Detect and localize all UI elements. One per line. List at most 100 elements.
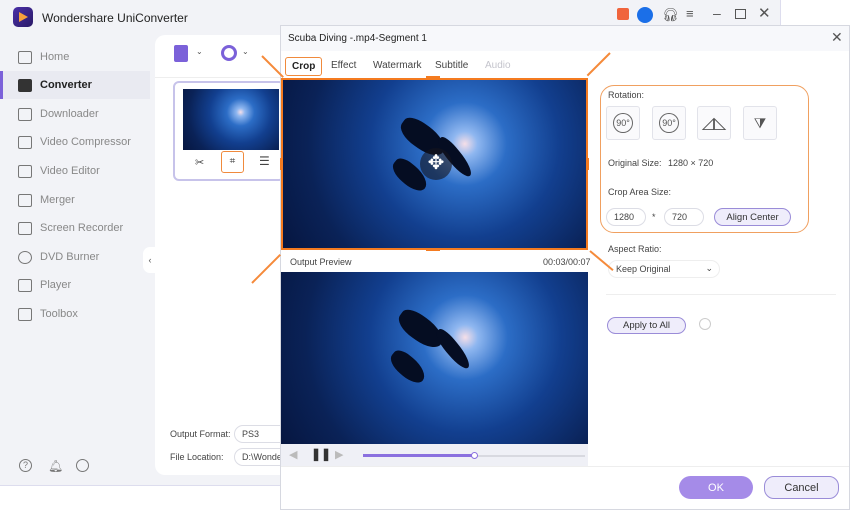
converter-icon	[18, 78, 32, 92]
crop-handle[interactable]	[426, 248, 440, 251]
rotation-label: Rotation:	[608, 90, 645, 100]
bell-icon[interactable]: 🔔︎	[48, 459, 63, 473]
reset-icon[interactable]	[699, 318, 711, 330]
sidebar-item-screen-recorder[interactable]: Screen Recorder	[0, 214, 150, 242]
add-dvd-icon[interactable]	[221, 45, 237, 61]
dialog-title: Scuba Diving -.mp4-Segment 1	[288, 33, 427, 44]
ok-button[interactable]: OK	[679, 476, 753, 499]
scissors-icon	[18, 164, 32, 178]
feedback-icon[interactable]	[76, 459, 89, 472]
download-icon	[18, 107, 32, 121]
aspect-ratio-value: Keep Original	[616, 264, 671, 274]
player-icon	[18, 278, 32, 292]
divider	[155, 77, 280, 78]
divider	[606, 294, 836, 295]
time-display: 00:03/00:07	[543, 257, 591, 267]
crop-height-input[interactable]: 720	[664, 208, 704, 226]
output-preview-video	[281, 272, 588, 444]
crop-handle[interactable]	[426, 76, 440, 79]
output-format-label: Output Format:	[170, 429, 231, 439]
crop-area-label: Crop Area Size:	[608, 187, 672, 197]
sidebar-item-toolbox[interactable]: Toolbox	[0, 300, 150, 328]
nav-label: Screen Recorder	[40, 222, 124, 234]
minimize-button[interactable]: –	[713, 5, 721, 21]
nav-label: Player	[40, 279, 72, 291]
sidebar-item-converter[interactable]: Converter	[0, 71, 150, 99]
flip-vertical-button[interactable]: ⧩	[743, 106, 777, 140]
progress-handle[interactable]	[471, 452, 478, 459]
align-center-button[interactable]: Align Center	[714, 208, 791, 226]
output-preview-label: Output Preview	[290, 257, 352, 267]
add-file-icon[interactable]	[174, 45, 188, 62]
nav-label: Merger	[40, 194, 75, 206]
player-controls: ◀ ❚❚ ▶	[281, 444, 588, 467]
menu-icon[interactable]: ≡	[686, 6, 694, 21]
tab-watermark[interactable]: Watermark	[367, 57, 428, 74]
chevron-down-icon: ⌄	[705, 263, 713, 273]
sidebar-item-dvd-burner[interactable]: DVD Burner	[0, 243, 150, 271]
sidebar-item-downloader[interactable]: Downloader	[0, 100, 150, 128]
original-size-value: 1280 × 720	[668, 158, 714, 168]
cancel-button[interactable]: Cancel	[764, 476, 839, 499]
rotate-ccw-icon: 90°	[659, 113, 679, 133]
nav-label: Home	[40, 51, 70, 63]
sidebar-item-home[interactable]: Home	[0, 43, 150, 71]
app-title: Wondershare UniConverter	[42, 11, 188, 25]
prev-frame-button[interactable]: ◀	[289, 448, 297, 461]
aspect-ratio-select[interactable]: Keep Original ⌄	[608, 260, 720, 278]
chevron-down-icon[interactable]: ⌄	[242, 47, 249, 56]
flip-horizontal-icon: ◿◺	[701, 115, 727, 132]
compress-icon	[18, 135, 32, 149]
tab-subtitle[interactable]: Subtitle	[429, 57, 474, 74]
app-logo	[13, 7, 33, 27]
sidebar-item-video-editor[interactable]: Video Editor	[0, 157, 150, 185]
close-window-button[interactable]: ✕	[758, 4, 771, 22]
maximize-button[interactable]	[735, 9, 746, 19]
sidebar-item-merger[interactable]: Merger	[0, 186, 150, 214]
sidebar-item-player[interactable]: Player	[0, 271, 150, 299]
progress-fill	[363, 454, 474, 457]
nav-label: DVD Burner	[40, 251, 100, 263]
original-size-label: Original Size:	[608, 158, 662, 168]
chevron-down-icon[interactable]: ⌄	[196, 47, 203, 56]
account-icon[interactable]	[637, 7, 653, 23]
nav-label: Toolbox	[40, 308, 78, 320]
rotate-cw-icon: 90°	[613, 113, 633, 133]
crop-handle[interactable]	[586, 158, 589, 170]
merge-icon	[18, 193, 32, 207]
aspect-ratio-label: Aspect Ratio:	[608, 244, 662, 254]
home-icon	[18, 50, 32, 64]
nav-label: Video Editor	[40, 165, 100, 177]
crop-width-input[interactable]: 1280	[606, 208, 646, 226]
record-icon	[18, 221, 32, 235]
next-frame-button[interactable]: ▶	[335, 448, 343, 461]
tab-effect[interactable]: Effect	[325, 57, 362, 74]
video-card[interactable]: ✂ ⌗ ☰	[173, 81, 285, 181]
trim-icon[interactable]: ✂	[195, 156, 204, 169]
disc-icon	[18, 250, 32, 264]
divider	[281, 466, 849, 467]
crop-icon[interactable]: ⌗	[221, 151, 244, 173]
gift-icon[interactable]	[617, 8, 629, 20]
toolbox-icon	[18, 307, 32, 321]
file-location-label: File Location:	[170, 452, 224, 462]
tab-audio: Audio	[485, 60, 511, 71]
support-icon[interactable]: 🎧︎	[662, 7, 679, 23]
apply-to-all-button[interactable]: Apply to All	[607, 317, 686, 334]
crop-handle[interactable]	[280, 158, 283, 170]
nav-label: Video Compressor	[40, 136, 131, 148]
help-icon[interactable]: ?	[19, 459, 32, 472]
pause-button[interactable]: ❚❚	[311, 447, 331, 461]
effects-icon[interactable]: ☰	[259, 154, 270, 168]
sidebar-item-video-compressor[interactable]: Video Compressor	[0, 128, 150, 156]
move-icon[interactable]: ✥	[420, 148, 452, 180]
rotate-clockwise-button[interactable]: 90°	[606, 106, 640, 140]
flip-vertical-icon: ⧩	[753, 114, 767, 131]
crop-dialog: Scuba Diving -.mp4-Segment 1 ✕ Crop Effe…	[280, 25, 850, 510]
tab-crop[interactable]: Crop	[285, 57, 323, 76]
rotate-counterclockwise-button[interactable]: 90°	[652, 106, 686, 140]
crop-video-area[interactable]: ✥	[281, 78, 588, 250]
nav-label: Downloader	[40, 108, 99, 120]
close-dialog-button[interactable]: ✕	[831, 29, 843, 46]
flip-horizontal-button[interactable]: ◿◺	[697, 106, 731, 140]
